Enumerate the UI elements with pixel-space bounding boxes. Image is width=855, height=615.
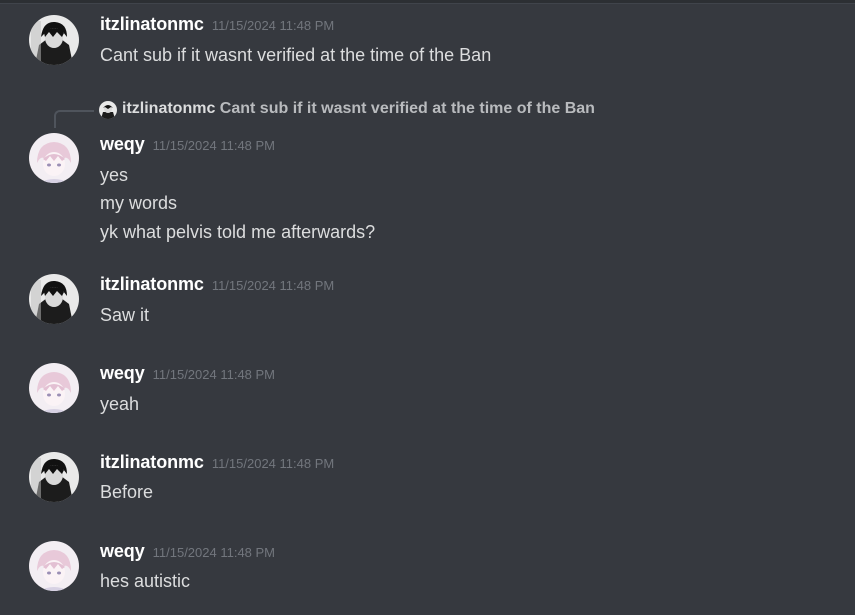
reply-content: itzlinatonmc Cant sub if it wasnt verifi… <box>122 100 595 118</box>
message-header: itzlinatonmc 11/15/2024 11:48 PM <box>100 452 334 473</box>
message-header: weqy 11/15/2024 11:48 PM <box>100 541 275 562</box>
avatar[interactable] <box>29 133 79 183</box>
message-header: itzlinatonmc 11/15/2024 11:48 PM <box>100 14 334 35</box>
username[interactable]: itzlinatonmc <box>100 274 204 294</box>
pink-anime-avatar-icon <box>29 363 79 413</box>
message-text: yk what pelvis told me afterwards? <box>100 222 376 242</box>
message-header: weqy 11/15/2024 11:48 PM <box>100 363 275 384</box>
message-text: Before <box>100 482 154 502</box>
reply-text[interactable]: Cant sub if it wasnt verified at the tim… <box>220 100 595 117</box>
message-header: weqy 11/15/2024 11:48 PM <box>100 134 275 155</box>
timestamp: 11/15/2024 11:48 PM <box>152 138 276 153</box>
username[interactable]: weqy <box>100 134 145 154</box>
username[interactable]: weqy <box>100 363 145 383</box>
dark-anime-avatar-icon <box>29 15 79 65</box>
pink-anime-avatar-icon <box>29 541 79 591</box>
message-text: Saw it <box>100 305 150 325</box>
username[interactable]: itzlinatonmc <box>100 14 204 34</box>
dark-anime-avatar-icon <box>99 101 117 119</box>
timestamp: 11/15/2024 11:48 PM <box>211 456 335 471</box>
message-header: itzlinatonmc 11/15/2024 11:48 PM <box>100 274 334 295</box>
timestamp: 11/15/2024 11:48 PM <box>211 278 335 293</box>
message-text: yes <box>100 165 129 185</box>
dark-anime-avatar-icon <box>29 452 79 502</box>
avatar[interactable] <box>29 541 79 591</box>
reply-avatar <box>99 101 117 119</box>
avatar[interactable] <box>29 274 79 324</box>
message-text: yeah <box>100 394 140 414</box>
pink-anime-avatar-icon <box>29 133 79 183</box>
timestamp: 11/15/2024 11:48 PM <box>152 367 276 382</box>
message-text: hes autistic <box>100 571 191 591</box>
reply-username[interactable]: itzlinatonmc <box>122 100 215 117</box>
timestamp: 11/15/2024 11:48 PM <box>152 545 276 560</box>
reply-spine <box>54 110 94 128</box>
top-divider <box>0 0 855 4</box>
dark-anime-avatar-icon <box>29 274 79 324</box>
avatar[interactable] <box>29 452 79 502</box>
message-text: Cant sub if it wasnt verified at the tim… <box>100 45 492 65</box>
avatar[interactable] <box>29 15 79 65</box>
timestamp: 11/15/2024 11:48 PM <box>211 18 335 33</box>
message-text: my words <box>100 193 178 213</box>
username[interactable]: weqy <box>100 541 145 561</box>
avatar[interactable] <box>29 363 79 413</box>
username[interactable]: itzlinatonmc <box>100 452 204 472</box>
